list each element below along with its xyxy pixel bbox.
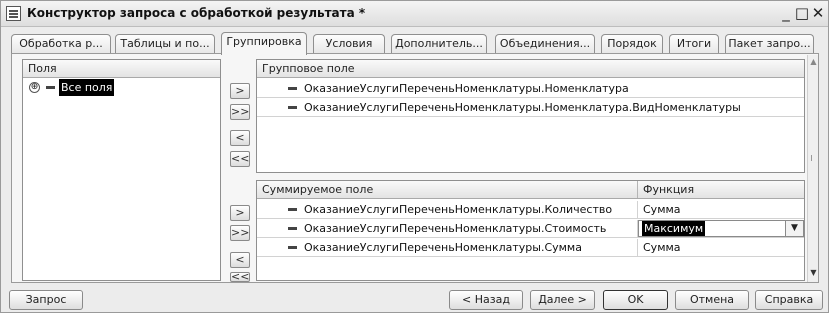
field-icon <box>288 227 297 230</box>
group-field-name: ОказаниеУслугиПереченьНоменклатуры.Номен… <box>304 82 629 95</box>
remove-all-sum-fields-button[interactable]: << <box>230 272 250 282</box>
add-sum-field-button[interactable]: > <box>230 205 250 221</box>
function-cell[interactable]: Сумма <box>643 239 681 256</box>
summed-field-name: ОказаниеУслугиПереченьНоменклатуры.Сумма <box>304 241 582 254</box>
field-icon <box>288 87 297 90</box>
tab-query-batch[interactable]: Пакет запро... <box>725 34 814 54</box>
add-all-group-fields-button[interactable]: >> <box>230 104 250 120</box>
expand-icon[interactable]: ⊕ <box>29 82 40 93</box>
tab-bar: Обработка р... Таблицы и по... Группиров… <box>11 32 816 55</box>
fields-header: Поля <box>23 60 220 78</box>
table-row[interactable]: ОказаниеУслугиПереченьНоменклатуры.Сумма… <box>257 239 804 257</box>
fields-tree[interactable]: Поля ⊕ Все поля <box>22 59 221 281</box>
remove-all-group-fields-button[interactable]: << <box>230 151 250 167</box>
tree-item-all-fields[interactable]: ⊕ Все поля <box>23 79 220 97</box>
query-builder-window: Конструктор запроса с обработкой результ… <box>0 0 829 313</box>
scroll-down-icon[interactable]: ▼ <box>809 268 818 277</box>
function-select-value: Максимум <box>642 221 706 236</box>
group-fields-table[interactable]: Групповое поле ОказаниеУслугиПереченьНом… <box>256 59 805 173</box>
vertical-scrollbar[interactable]: ▲ ▼ <box>807 55 818 282</box>
tab-order[interactable]: Порядок <box>601 34 663 54</box>
title-bar[interactable]: Конструктор запроса с обработкой результ… <box>1 1 828 27</box>
field-icon <box>46 86 55 89</box>
remove-sum-field-button[interactable]: < <box>230 252 250 268</box>
back-button[interactable]: < Назад <box>449 290 523 310</box>
scroll-thumb-grip[interactable] <box>811 155 814 161</box>
field-icon <box>288 246 297 249</box>
ok-button[interactable]: OK <box>603 290 668 310</box>
table-row[interactable]: ОказаниеУслугиПереченьНоменклатуры.Стоим… <box>257 220 804 238</box>
tab-totals[interactable]: Итоги <box>669 34 719 54</box>
cancel-button[interactable]: Отмена <box>675 290 749 310</box>
add-all-sum-fields-button[interactable]: >> <box>230 225 250 241</box>
query-button[interactable]: Запрос <box>9 290 83 310</box>
cell-divider <box>637 201 638 218</box>
function-select[interactable]: Максимум ▼ <box>638 220 804 237</box>
function-cell[interactable]: Сумма <box>643 201 681 218</box>
tree-item-label: Все поля <box>59 79 115 96</box>
tab-grouping[interactable]: Группировка <box>221 32 307 55</box>
close-button[interactable]: ✕ <box>809 4 827 22</box>
group-field-header-label: Групповое поле <box>262 62 355 75</box>
next-button[interactable]: Далее > <box>530 290 595 310</box>
table-row[interactable]: ОказаниеУслугиПереченьНоменклатуры.Колич… <box>257 201 804 219</box>
field-icon <box>288 106 297 109</box>
tab-tables-fields[interactable]: Таблицы и по... <box>115 34 215 54</box>
summed-field-name: ОказаниеУслугиПереченьНоменклатуры.Стоим… <box>304 222 607 235</box>
app-icon <box>6 6 21 21</box>
add-group-field-button[interactable]: > <box>230 83 250 99</box>
summed-field-header-label: Суммируемое поле <box>262 183 374 196</box>
tab-unions[interactable]: Объединения... <box>495 34 595 54</box>
summed-fields-table[interactable]: Суммируемое поле Функция ОказаниеУслугиП… <box>256 180 805 281</box>
table-row[interactable]: ОказаниеУслугиПереченьНоменклатуры.Номен… <box>257 80 804 98</box>
function-header-label: Функция <box>643 183 695 196</box>
tab-conditions[interactable]: Условия <box>313 34 385 54</box>
dropdown-arrow-icon[interactable]: ▼ <box>785 221 803 236</box>
summed-fields-header: Суммируемое поле Функция <box>257 181 804 199</box>
tab-advanced[interactable]: Дополнитель... <box>391 34 487 54</box>
window-title: Конструктор запроса с обработкой результ… <box>27 6 366 20</box>
group-field-name: ОказаниеУслугиПереченьНоменклатуры.Номен… <box>304 101 741 114</box>
help-button[interactable]: Справка <box>755 290 823 310</box>
remove-group-field-button[interactable]: < <box>230 130 250 146</box>
group-fields-header: Групповое поле <box>257 60 804 78</box>
cell-divider <box>637 239 638 256</box>
fields-header-label: Поля <box>28 62 57 75</box>
summed-field-name: ОказаниеУслугиПереченьНоменклатуры.Колич… <box>304 203 613 216</box>
grouping-tab-content: Поля ⊕ Все поля > >> < << Групповое поле… <box>11 53 819 283</box>
field-icon <box>288 208 297 211</box>
table-row[interactable]: ОказаниеУслугиПереченьНоменклатуры.Номен… <box>257 99 804 117</box>
tab-result-processing[interactable]: Обработка р... <box>11 34 111 54</box>
scroll-up-icon[interactable]: ▲ <box>809 57 818 66</box>
